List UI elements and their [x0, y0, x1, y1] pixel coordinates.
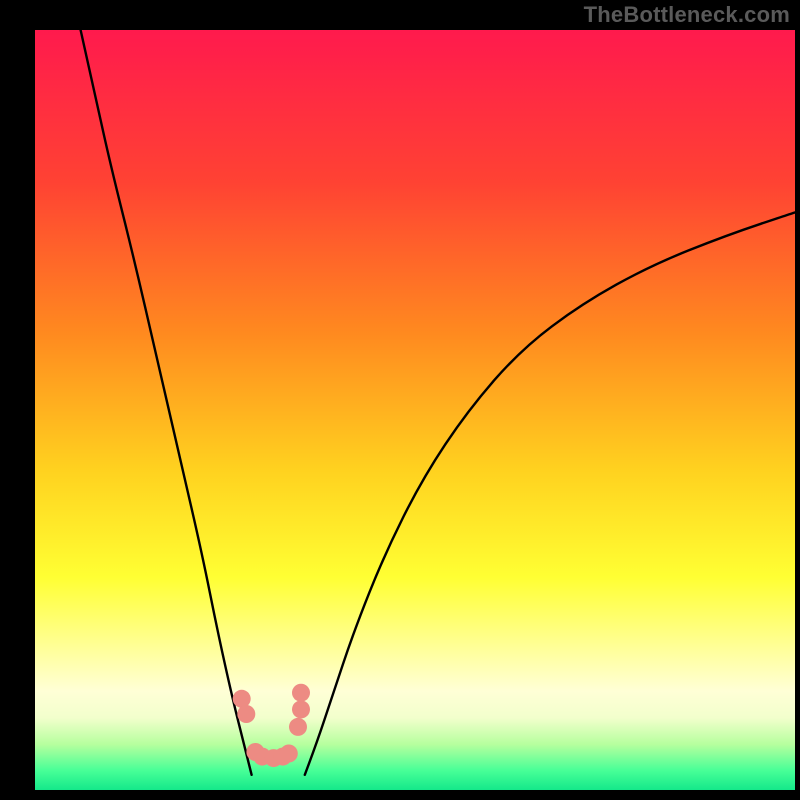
scatter-point: [292, 684, 310, 702]
gradient-background: [35, 30, 795, 790]
plot-area: [35, 30, 795, 790]
scatter-point: [289, 718, 307, 736]
watermark-text: TheBottleneck.com: [584, 2, 790, 28]
scatter-point: [292, 700, 310, 718]
plot-svg: [35, 30, 795, 790]
chart-container: TheBottleneck.com: [0, 0, 800, 800]
scatter-point: [233, 690, 251, 708]
scatter-point: [280, 745, 298, 763]
scatter-point: [237, 705, 255, 723]
